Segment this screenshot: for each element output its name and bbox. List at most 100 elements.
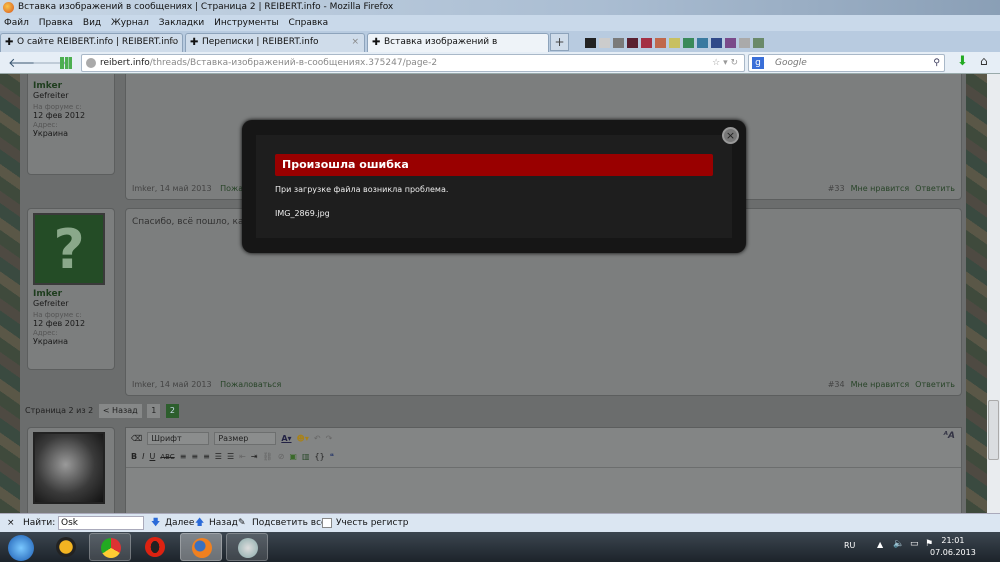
page-2-button[interactable]: 2 [165, 404, 179, 418]
find-next-button[interactable]: Далее [165, 514, 194, 532]
numbered-list-icon[interactable]: ☰ [227, 452, 234, 461]
underline-button[interactable]: U [149, 452, 155, 461]
arrow-down-icon: 🡇 [151, 518, 161, 528]
url-bar[interactable]: reibert.info/threads/Вставка-изображений… [81, 54, 745, 72]
quote-icon[interactable]: ❝ [330, 452, 334, 461]
size-select[interactable]: Размер [214, 432, 277, 445]
start-button[interactable] [0, 533, 42, 561]
switch-mode-icon[interactable]: ᴬA [944, 431, 955, 441]
link-icon[interactable]: ⛓ [263, 452, 273, 461]
close-find-bar-button[interactable]: × [7, 514, 15, 532]
bold-button[interactable]: B [131, 452, 137, 461]
font-select[interactable]: Шрифт [147, 432, 210, 445]
site-icon: ✚ [190, 37, 199, 48]
media-icon[interactable]: ▥ [302, 452, 310, 461]
search-icon[interactable]: ⚲ [933, 55, 940, 71]
username[interactable]: Imker [33, 289, 109, 299]
unlink-icon[interactable]: ⊘ [278, 452, 285, 461]
menu-help[interactable]: Справка [288, 18, 328, 28]
post-author-date[interactable]: Imker, 14 май 2013 [132, 380, 212, 389]
system-clock[interactable]: 21:01 07.06.2013 [930, 535, 976, 559]
menu-history[interactable]: Журнал [111, 18, 149, 28]
page-1-button[interactable]: 1 [147, 404, 161, 418]
signal-icon [60, 57, 72, 69]
tab-about[interactable]: ✚ О сайте REIBERT.info | REIBERT.info × [0, 33, 183, 52]
text-color-icon[interactable]: A▾ [281, 434, 291, 443]
post-number[interactable]: #34 [828, 380, 845, 389]
find-input[interactable]: Osk [58, 516, 144, 530]
highlight-all-button[interactable]: Подсветить все [252, 514, 327, 532]
close-dialog-button[interactable]: × [722, 127, 739, 144]
joined-date: 12 фев 2012 [33, 111, 86, 120]
italic-button[interactable]: I [142, 452, 144, 461]
redo-icon[interactable]: ↷ [326, 434, 333, 443]
window-titlebar: Вставка изображений в сообщениях | Стран… [0, 0, 1000, 15]
find-prev-button[interactable]: Назад [209, 514, 238, 532]
network-icon[interactable]: ▭ [910, 539, 919, 549]
smilie-icon[interactable]: ☻▾ [297, 434, 309, 443]
paint-taskbar-icon[interactable] [226, 533, 268, 561]
show-hidden-icons[interactable]: ▲ [877, 540, 883, 549]
search-input[interactable]: g Google ⚲ [748, 54, 945, 72]
avatar[interactable]: ? [33, 213, 105, 285]
find-input-value: Osk [61, 518, 78, 528]
outdent-icon[interactable]: ⇤ [239, 452, 246, 461]
chrome-taskbar-icon[interactable] [89, 533, 131, 561]
tab-insert-images[interactable]: ✚Вставка изображений в сообщения...× [367, 33, 549, 64]
undo-icon[interactable]: ↶ [314, 434, 321, 443]
menu-file[interactable]: Файл [4, 18, 29, 28]
align-center-icon[interactable]: ≡ [191, 452, 198, 461]
align-left-icon[interactable]: ≡ [180, 452, 187, 461]
match-case-checkbox[interactable] [322, 518, 332, 528]
image-icon[interactable]: ▣ [289, 452, 297, 461]
avatar[interactable] [33, 432, 105, 504]
menu-view[interactable]: Вид [83, 18, 101, 28]
post-author-date[interactable]: Imker, 14 май 2013 [132, 184, 212, 193]
home-icon[interactable]: ⌂ [980, 54, 988, 68]
post-number[interactable]: #33 [828, 184, 845, 193]
like-link[interactable]: Мне нравится [851, 380, 910, 389]
close-tab-icon[interactable]: × [351, 34, 359, 51]
prev-page-button[interactable]: < Назад [98, 404, 142, 418]
find-label: Найти: [23, 518, 56, 528]
page-indicator: Страница 2 из 2 [25, 406, 94, 415]
user-rank: Gefreiter [33, 91, 69, 100]
menu-tools[interactable]: Инструменты [214, 18, 278, 28]
download-icon[interactable]: ⬇ [957, 54, 968, 69]
reply-editor: ⌫ Шрифт Размер A▾ ☻▾ ↶ ↷ ᴬA B I U ABC ≡ … [125, 427, 962, 513]
error-title: Произошла ошибка [275, 154, 713, 176]
user-info-block: ? Imker Gefreiter На форуме с: 12 фев 20… [27, 208, 115, 370]
strikethrough-button[interactable]: ABC [160, 453, 174, 461]
google-icon[interactable]: g [752, 57, 764, 69]
reply-link[interactable]: Ответить [915, 184, 955, 193]
menu-bookmarks[interactable]: Закладки [159, 18, 205, 28]
joined-label: На форуме с: [33, 311, 82, 319]
address-value: Украина [33, 129, 69, 138]
scrollbar-thumb[interactable] [988, 400, 999, 460]
eraser-icon[interactable]: ⌫ [131, 434, 142, 443]
window-title: Вставка изображений в сообщениях | Стран… [18, 2, 394, 12]
close-tab-icon[interactable]: × [169, 34, 177, 51]
language-indicator[interactable]: RU [844, 541, 855, 550]
bookmark-star-icon[interactable]: ☆ ▾ ↻ [712, 55, 738, 71]
firefox-taskbar-icon[interactable] [180, 533, 222, 561]
menu-edit[interactable]: Правка [39, 18, 73, 28]
editor-divider [126, 467, 961, 468]
site-icon: ✚ [372, 37, 381, 48]
new-tab-button[interactable]: + [550, 33, 569, 51]
report-link[interactable]: Пожаловаться [220, 380, 281, 389]
bullet-list-icon[interactable]: ☰ [215, 452, 222, 461]
username[interactable]: Imker [33, 81, 109, 91]
match-case-label[interactable]: Учесть регистр [336, 514, 408, 532]
reply-link[interactable]: Ответить [915, 380, 955, 389]
indent-icon[interactable]: ⇥ [251, 452, 258, 461]
volume-icon[interactable]: 🔈 [893, 539, 904, 549]
like-link[interactable]: Мне нравится [851, 184, 910, 193]
error-message: При загрузке файла возникла проблема. [275, 185, 449, 194]
aimp-taskbar-icon[interactable] [45, 533, 87, 561]
tab-messages[interactable]: ✚ Переписки | REIBERT.info × [185, 33, 365, 52]
post-footer: Imker, 14 май 2013 Пожаловаться #34 Мне н… [132, 380, 955, 389]
align-right-icon[interactable]: ≡ [203, 452, 210, 461]
opera-taskbar-icon[interactable] [134, 533, 176, 561]
code-icon[interactable]: {} [315, 452, 325, 461]
